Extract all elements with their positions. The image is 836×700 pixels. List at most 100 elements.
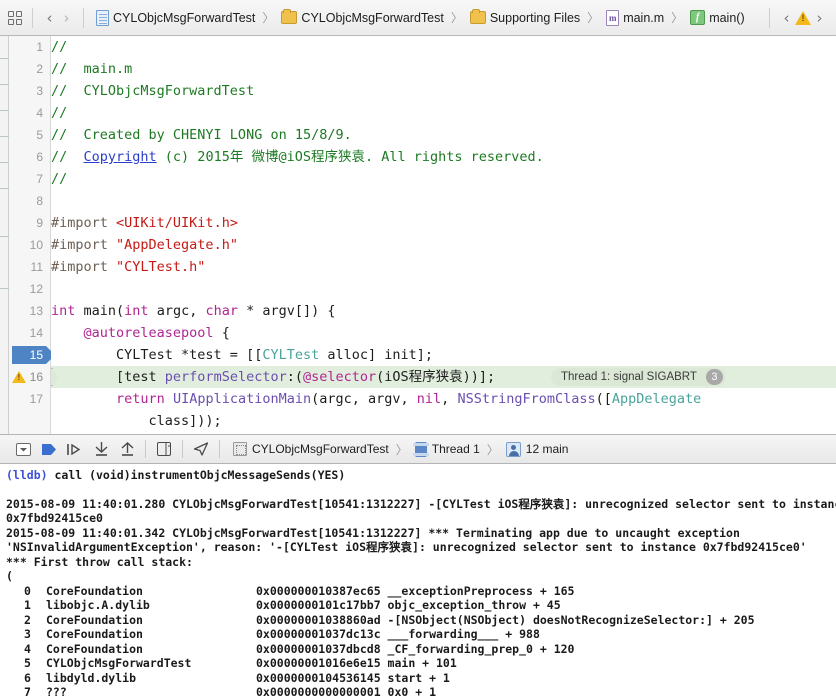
step-over-button[interactable] — [62, 438, 88, 460]
breadcrumb-label: CYLObjcMsgForwardTest — [113, 11, 255, 25]
code-token: // — [51, 39, 67, 55]
stack-frame-index: 4 — [6, 642, 46, 657]
gutter-line-number[interactable]: 7 — [9, 168, 50, 190]
breadcrumb-item-file[interactable]: m main.m — [604, 6, 666, 30]
related-items-icon[interactable] — [8, 10, 24, 25]
code-token: <UIKit/UIKit.h> — [116, 215, 238, 231]
debug-crumb-thread[interactable]: Thread 1 — [413, 437, 482, 461]
code-line-text: // — [51, 105, 67, 121]
divider — [769, 8, 770, 28]
breadcrumb-item-supporting-files[interactable]: Supporting Files — [468, 6, 582, 30]
code-line[interactable]: #import "CYLTest.h" — [51, 256, 836, 278]
go-back-button[interactable]: ‹ — [41, 7, 58, 29]
debug-view-hierarchy-button[interactable] — [151, 438, 177, 460]
warning-triangle-icon[interactable] — [12, 371, 26, 383]
code-line[interactable]: #import "AppDelegate.h" — [51, 234, 836, 256]
issue-badge[interactable]: Thread 1: signal SIGABRT3 — [551, 368, 726, 386]
code-token: #import — [51, 237, 116, 253]
stack-frame-library: CoreFoundation — [46, 584, 256, 599]
console-line: 'NSInvalidArgumentException', reason: '-… — [6, 540, 830, 555]
breadcrumb-separator-icon: 〉 — [587, 9, 599, 26]
stack-frame-index: 1 — [6, 598, 46, 613]
stack-frame-row: 3CoreFoundation0x00000001037dc13c ___for… — [6, 627, 830, 642]
code-line[interactable]: // Created by CHENYI LONG on 15/8/9. — [51, 124, 836, 146]
gutter-line-number[interactable]: 13 — [9, 300, 50, 322]
gutter-line-number[interactable]: 12 — [9, 278, 50, 300]
gutter-line-number[interactable]: 4 — [9, 102, 50, 124]
code-line[interactable]: CYLTest *test = [[CYLTest alloc] init]; — [51, 344, 836, 366]
jump-bar-right-controls: ‹ › — [761, 7, 836, 29]
gutter-line-number[interactable]: 18 — [9, 432, 50, 434]
hide-debug-area-button[interactable] — [10, 438, 36, 460]
gutter-line-number[interactable]: 16 — [9, 366, 50, 388]
console-output[interactable]: (lldb) call (void)instrumentObjcMessageS… — [0, 464, 836, 700]
code-line[interactable]: // — [51, 36, 836, 58]
gutter-line-number[interactable]: 14 — [9, 322, 50, 344]
gutter-line-number[interactable]: 2 — [9, 58, 50, 80]
next-issue-button[interactable]: › — [811, 7, 828, 29]
gutter-line-number[interactable]: 10 — [9, 234, 50, 256]
stack-frame-index: 7 — [6, 685, 46, 700]
breadcrumb-item-symbol[interactable]: f main() — [688, 6, 746, 30]
go-forward-button[interactable]: › — [58, 7, 75, 29]
console-line: 2015-08-09 11:40:01.280 CYLObjcMsgForwar… — [6, 497, 830, 512]
stack-frame-symbol: 0x00000001037dbcd8 _CF_forwarding_prep_0… — [256, 642, 830, 657]
code-line[interactable]: // CYLObjcMsgForwardTest — [51, 80, 836, 102]
code-line[interactable]: return UIApplicationMain(argc, argv, nil… — [51, 388, 836, 410]
code-line[interactable] — [51, 278, 836, 300]
step-into-button[interactable] — [88, 438, 114, 460]
code-line[interactable]: // main.m — [51, 58, 836, 80]
gutter-line-number[interactable]: 9 — [9, 212, 50, 234]
code-line[interactable]: @autoreleasepool { — [51, 322, 836, 344]
line-number-gutter[interactable]: 12345678910111213141516171819 — [9, 36, 51, 434]
code-line[interactable]: // — [51, 102, 836, 124]
process-icon — [233, 442, 247, 456]
code-line[interactable]: int main(int argc, char * argv[]) { — [51, 300, 836, 322]
stack-frame-row: 7???0x0000000000000001 0x0 + 1 — [6, 685, 830, 700]
code-line[interactable]: #import <UIKit/UIKit.h> — [51, 212, 836, 234]
gutter-line-number[interactable]: 5 — [9, 124, 50, 146]
code-token: nil — [417, 391, 441, 407]
code-line[interactable]: // Copyright (c) 2015年 微博@iOS程序狭袁. All r… — [51, 146, 836, 168]
folder-icon — [281, 11, 297, 24]
code-line[interactable] — [51, 190, 836, 212]
line-number-text: 7 — [36, 172, 43, 186]
step-out-button[interactable] — [114, 438, 140, 460]
breadcrumb-item-project[interactable]: CYLObjcMsgForwardTest — [94, 6, 257, 30]
code-line-text: // CYLObjcMsgForwardTest — [51, 83, 254, 99]
warning-triangle-icon[interactable] — [795, 11, 811, 25]
code-line[interactable]: [test performSelector:(@selector(iOS程序狭袁… — [51, 366, 836, 388]
breadcrumb-separator-icon: 〉 — [396, 441, 408, 458]
code-token: NSStringFromClass — [457, 391, 595, 407]
stack-frame-index: 3 — [6, 627, 46, 642]
line-number-text: 15 — [30, 348, 43, 362]
gutter-line-number[interactable]: 1 — [9, 36, 50, 58]
previous-issue-button[interactable]: ‹ — [778, 7, 795, 29]
console-line: (lldb) call (void)instrumentObjcMessageS… — [6, 468, 830, 483]
gutter-line-number[interactable] — [9, 410, 50, 432]
code-line-text: int main(int argc, char * argv[]) { — [51, 303, 336, 319]
gutter-line-number[interactable]: 6 — [9, 146, 50, 168]
gutter-line-number[interactable]: 8 — [9, 190, 50, 212]
debug-crumb-process[interactable]: CYLObjcMsgForwardTest — [231, 437, 391, 461]
continue-button[interactable] — [36, 438, 62, 460]
debug-crumb-frame[interactable]: 12 main — [504, 437, 571, 461]
gutter-line-number[interactable]: 15 — [9, 344, 50, 366]
gutter-line-number[interactable]: 3 — [9, 80, 50, 102]
code-token: ([ — [596, 391, 612, 407]
stack-frame-row: 1libobjc.A.dylib0x0000000101c17bb7 objc_… — [6, 598, 830, 613]
code-line[interactable]: // — [51, 168, 836, 190]
breadcrumb-item-group[interactable]: CYLObjcMsgForwardTest — [279, 6, 445, 30]
issue-badge-text: Thread 1: signal SIGABRT — [561, 366, 697, 388]
code-line[interactable]: class])); — [51, 410, 836, 432]
source-editor[interactable]: 12345678910111213141516171819 //// main.… — [0, 36, 836, 434]
function-icon: f — [690, 10, 705, 25]
code-line[interactable]: } — [51, 432, 836, 434]
gutter-line-number[interactable]: 17 — [9, 388, 50, 410]
simulate-location-button[interactable] — [188, 438, 214, 460]
stack-frame-symbol: 0x0000000101c17bb7 objc_exception_throw … — [256, 598, 830, 613]
code-line-text: return UIApplicationMain(argc, argv, nil… — [51, 391, 701, 407]
code-lines[interactable]: //// main.m// CYLObjcMsgForwardTest//// … — [51, 36, 836, 434]
code-token: // CYLObjcMsgForwardTest — [51, 83, 254, 99]
gutter-line-number[interactable]: 11 — [9, 256, 50, 278]
